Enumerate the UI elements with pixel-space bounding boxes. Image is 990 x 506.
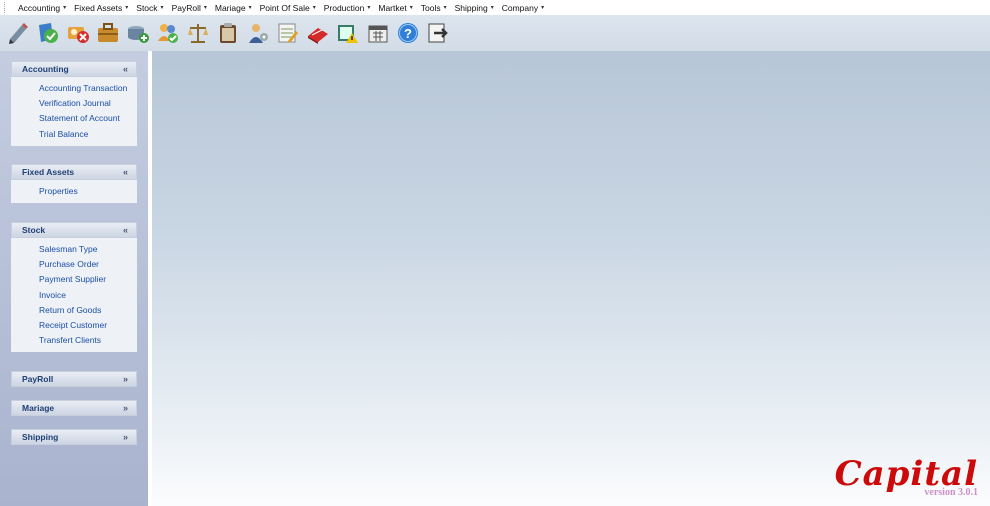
nav-group-header-fixed-assets[interactable]: Fixed Assets «: [11, 164, 137, 180]
nav-group-title: Stock: [22, 225, 46, 235]
chevron-down-icon: ▾: [490, 5, 494, 11]
menu-label: Production: [323, 2, 365, 13]
briefcase-icon[interactable]: [94, 18, 122, 48]
nav-link-receipt-customer[interactable]: Receipt Customer: [11, 318, 137, 333]
chevron-down-icon: ▾: [203, 5, 207, 11]
nav-link-verification-journal[interactable]: Verification Journal: [11, 96, 137, 111]
menu-grip[interactable]: [4, 2, 8, 13]
nav-link-properties[interactable]: Properties: [11, 184, 137, 199]
menu-label: Company: [501, 2, 539, 13]
nav-link-salesman-type[interactable]: Salesman Type: [11, 242, 137, 257]
menu-production[interactable]: Production ▾: [320, 0, 375, 15]
menu-label: Fixed Assets: [74, 2, 123, 13]
nav-group-title: Mariage: [22, 403, 55, 413]
collapse-icon[interactable]: «: [123, 64, 128, 74]
menu-label: Tools: [420, 2, 441, 13]
menu-bar: Accounting ▾ Fixed Assets ▾ Stock ▾ PayRoll…: [0, 0, 990, 15]
menu-martket[interactable]: Martket ▾: [374, 0, 416, 15]
chevron-down-icon: ▾: [160, 5, 164, 11]
chevron-down-icon: ▾: [443, 5, 447, 11]
chevron-down-icon: ▾: [125, 5, 129, 11]
nav-group-header-shipping[interactable]: Shipping »: [11, 429, 137, 445]
chevron-down-icon: ▾: [409, 5, 413, 11]
brand-name: Capital: [834, 454, 978, 494]
main-workspace: Capital version 3.0.1: [152, 51, 990, 506]
users-check-icon[interactable]: [154, 18, 182, 48]
menu-label: Stock: [136, 2, 158, 13]
menu-shipping[interactable]: Shipping ▾: [451, 0, 498, 15]
pen-icon[interactable]: [4, 18, 32, 48]
expand-icon[interactable]: »: [123, 374, 128, 384]
nav-link-return-of-goods[interactable]: Return of Goods: [11, 303, 137, 318]
shield-check-icon[interactable]: [34, 18, 62, 48]
stack-add-icon[interactable]: [124, 18, 152, 48]
nav-group-header-stock[interactable]: Stock «: [11, 222, 137, 238]
nav-link-transfert-clients[interactable]: Transfert Clients: [11, 333, 137, 348]
chevron-down-icon: ▾: [248, 5, 252, 11]
menu-mariage[interactable]: Mariage ▾: [211, 0, 256, 15]
nav-group-payroll: PayRoll »: [11, 371, 137, 387]
nav-link-accounting-transaction[interactable]: Accounting Transaction: [11, 81, 137, 96]
nav-link-trial-balance[interactable]: Trial Balance: [11, 127, 137, 142]
nav-link-statement-of-account[interactable]: Statement of Account: [11, 111, 137, 126]
menu-company[interactable]: Company ▾: [498, 0, 548, 15]
menu-label: Martket: [378, 2, 407, 13]
nav-group-body: Accounting Transaction Verification Jour…: [11, 77, 137, 146]
nav-group-accounting: Accounting « Accounting Transaction Veri…: [11, 61, 137, 146]
nav-group-header-payroll[interactable]: PayRoll »: [11, 371, 137, 387]
nav-group-shipping: Shipping »: [11, 429, 137, 445]
chevron-down-icon: ▾: [367, 5, 371, 11]
nav-group-title: Accounting: [22, 64, 69, 74]
nav-group-mariage: Mariage »: [11, 400, 137, 416]
toolbar: ?: [0, 15, 990, 51]
chevron-down-icon: ▾: [312, 5, 316, 11]
chart-warning-icon[interactable]: [334, 18, 362, 48]
nav-link-payment-supplier[interactable]: Payment Supplier: [11, 272, 137, 287]
menu-stock[interactable]: Stock ▾: [132, 0, 167, 15]
expand-icon[interactable]: »: [123, 403, 128, 413]
nav-group-title: Fixed Assets: [22, 167, 75, 177]
nav-group-header-accounting[interactable]: Accounting «: [11, 61, 137, 77]
nav-link-invoice[interactable]: Invoice: [11, 288, 137, 303]
menu-point-of-sale[interactable]: Point Of Sale ▾: [256, 0, 320, 15]
contacts-delete-icon[interactable]: [64, 18, 92, 48]
menu-accounting[interactable]: Accounting ▾: [14, 0, 70, 15]
nav-link-purchase-order[interactable]: Purchase Order: [11, 257, 137, 272]
nav-group-header-mariage[interactable]: Mariage »: [11, 400, 137, 416]
nav-group-title: PayRoll: [22, 374, 54, 384]
menu-payroll[interactable]: PayRoll ▾: [168, 0, 211, 15]
menu-fixed-assets[interactable]: Fixed Assets ▾: [70, 0, 132, 15]
chevron-down-icon: ▾: [541, 5, 545, 11]
calendar-icon[interactable]: [364, 18, 392, 48]
menu-label: Mariage: [214, 2, 246, 13]
menu-label: PayRoll: [171, 2, 201, 13]
help-icon[interactable]: ?: [394, 18, 422, 48]
menu-label: Accounting: [18, 2, 61, 13]
nav-group-body: Salesman Type Purchase Order Payment Sup…: [11, 238, 137, 353]
nav-group-title: Shipping: [22, 432, 59, 442]
user-gear-icon[interactable]: [244, 18, 272, 48]
menu-label: Point Of Sale: [259, 2, 310, 13]
menu-label: Shipping: [454, 2, 488, 13]
brand-logo: Capital version 3.0.1: [835, 457, 978, 498]
nav-group-stock: Stock « Salesman Type Purchase Order Pay…: [11, 222, 137, 353]
export-icon[interactable]: [424, 18, 452, 48]
eraser-icon[interactable]: [304, 18, 332, 48]
collapse-icon[interactable]: «: [123, 225, 128, 235]
nav-group-body: Properties: [11, 180, 137, 204]
clipboard-icon[interactable]: [214, 18, 242, 48]
svg-text:?: ?: [404, 26, 412, 41]
chevron-down-icon: ▾: [63, 5, 67, 11]
scales-icon[interactable]: [184, 18, 212, 48]
menu-tools[interactable]: Tools ▾: [417, 0, 451, 15]
nav-group-fixed-assets: Fixed Assets « Properties: [11, 164, 137, 204]
expand-icon[interactable]: »: [123, 432, 128, 442]
calculator-sheet-icon[interactable]: [274, 18, 302, 48]
collapse-icon[interactable]: «: [123, 167, 128, 177]
